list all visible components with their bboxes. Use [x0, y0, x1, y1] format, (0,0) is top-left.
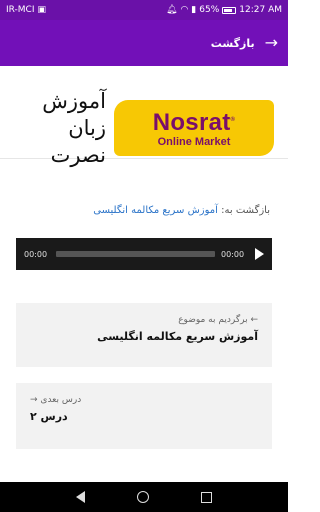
- play-icon[interactable]: [255, 248, 264, 260]
- arrow-right-icon[interactable]: →: [265, 35, 278, 51]
- next-lesson-card[interactable]: درس بعدی → درس ۲: [16, 383, 272, 449]
- status-bar: IR-MCI ▣ 🔔︎ ◠ ▮ 65% 12:27 AM: [0, 0, 288, 20]
- nav-recents-icon[interactable]: [201, 491, 212, 503]
- site-header: آموزش زبان نصرت Nosrat® Online Market: [0, 66, 288, 167]
- battery-percent: 65%: [199, 5, 220, 15]
- registered-mark: ®: [230, 117, 236, 123]
- carrier-label: IR-MCI: [6, 5, 35, 15]
- breadcrumb: بازگشت به: آموزش سریع مکالمه انگلیسی: [93, 205, 270, 216]
- seek-bar[interactable]: [56, 251, 215, 257]
- signal-icon: ▮: [191, 5, 197, 15]
- previous-topic-card[interactable]: ← برگردیم به موضوع آموزش سریع مکالمه انگ…: [16, 303, 272, 367]
- nav-back-icon[interactable]: [76, 491, 85, 503]
- previous-title[interactable]: آموزش سریع مکالمه انگلیسی: [30, 330, 258, 343]
- system-nav-bar: [0, 482, 288, 512]
- current-time: 00:00: [24, 249, 48, 259]
- breadcrumb-link[interactable]: آموزش سریع مکالمه انگلیسی: [93, 205, 218, 216]
- clock: 12:27 AM: [239, 5, 282, 15]
- notification-icon: ▣: [37, 5, 47, 15]
- app-bar: بازگشت →: [0, 20, 288, 66]
- bell-icon: 🔔︎: [166, 5, 178, 15]
- status-left: IR-MCI ▣: [6, 5, 46, 15]
- next-label: درس بعدی →: [30, 395, 82, 405]
- app-bar-title[interactable]: بازگشت: [211, 37, 255, 50]
- next-title[interactable]: درس ۲: [30, 410, 258, 423]
- nosrat-logo[interactable]: Nosrat® Online Market: [114, 100, 274, 156]
- previous-label: ← برگردیم به موضوع: [178, 315, 258, 325]
- status-right: 🔔︎ ◠ ▮ 65% 12:27 AM: [166, 5, 282, 15]
- battery-icon: [222, 6, 237, 14]
- wifi-icon: ◠: [180, 5, 189, 15]
- audio-player: 00:00 00:00: [16, 238, 272, 270]
- logo-main-text: Nosrat®: [152, 109, 236, 136]
- nav-home-icon[interactable]: [137, 491, 149, 503]
- duration-time: 00:00: [221, 249, 245, 259]
- logo-sub-text: Online Market: [157, 136, 231, 148]
- breadcrumb-prefix: بازگشت به:: [221, 205, 270, 216]
- site-title[interactable]: آموزش زبان نصرت: [30, 88, 106, 169]
